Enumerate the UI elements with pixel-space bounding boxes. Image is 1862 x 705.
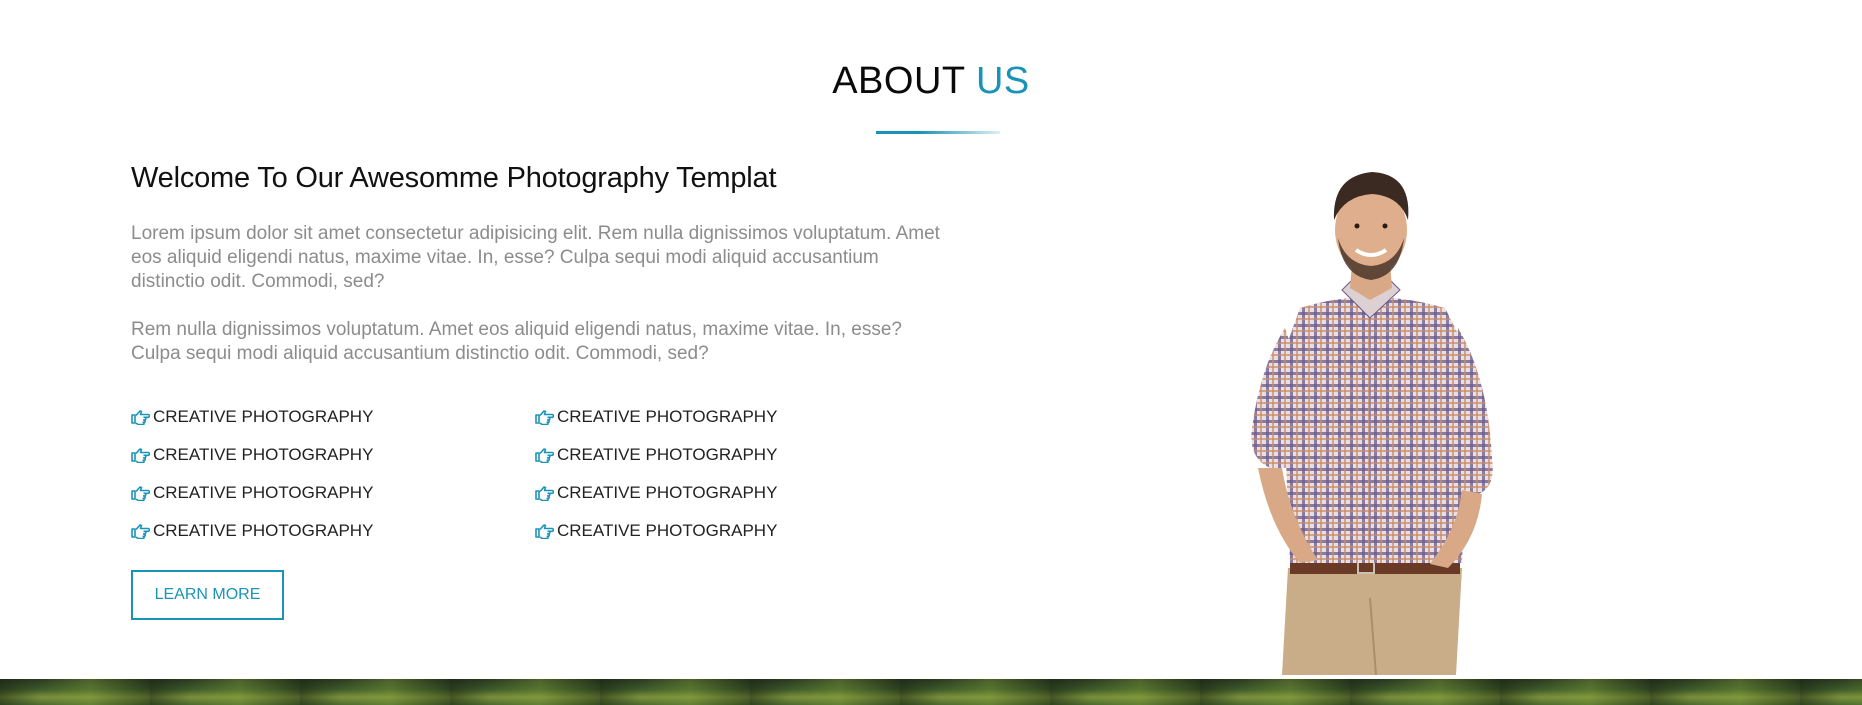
feature-label: CREATIVE PHOTOGRAPHY [557, 483, 778, 502]
hand-pointing-right-icon [535, 408, 555, 426]
about-paragraph-1: Lorem ipsum dolor sit amet consectetur a… [131, 223, 940, 292]
welcome-heading: Welcome To Our Awesomme Photography Temp… [131, 162, 777, 194]
section-title-main: ABOUT [832, 60, 965, 102]
feature-label: CREATIVE PHOTOGRAPHY [557, 407, 778, 426]
feature-label: CREATIVE PHOTOGRAPHY [153, 521, 374, 540]
feature-item: CREATIVE PHOTOGRAPHY [131, 444, 535, 466]
feature-label: CREATIVE PHOTOGRAPHY [557, 521, 778, 540]
feature-item: CREATIVE PHOTOGRAPHY [131, 482, 535, 504]
hand-pointing-right-icon [131, 408, 151, 426]
hand-pointing-right-icon [131, 522, 151, 540]
landscape-banner [0, 679, 1862, 705]
feature-label: CREATIVE PHOTOGRAPHY [153, 445, 374, 464]
feature-label: CREATIVE PHOTOGRAPHY [153, 407, 374, 426]
learn-more-button[interactable]: LEARN MORE [131, 570, 284, 620]
section-title: ABOUT US [0, 60, 1862, 103]
about-paragraph-2: Rem nulla dignissimos voluptatum. Amet e… [131, 319, 902, 364]
feature-item: CREATIVE PHOTOGRAPHY [535, 406, 939, 428]
feature-item: CREATIVE PHOTOGRAPHY [131, 406, 535, 428]
feature-item: CREATIVE PHOTOGRAPHY [131, 520, 535, 542]
hand-pointing-right-icon [131, 446, 151, 464]
title-underline [876, 131, 1000, 134]
about-content: Welcome To Our Awesomme Photography Temp… [131, 162, 951, 620]
hand-pointing-right-icon [535, 522, 555, 540]
feature-label: CREATIVE PHOTOGRAPHY [153, 483, 374, 502]
hand-pointing-right-icon [535, 484, 555, 502]
person-photo [1230, 168, 1520, 676]
features-list: CREATIVE PHOTOGRAPHY CREATIVE PHOTOGRAPH… [131, 406, 951, 542]
hand-pointing-right-icon [131, 484, 151, 502]
feature-label: CREATIVE PHOTOGRAPHY [557, 445, 778, 464]
feature-item: CREATIVE PHOTOGRAPHY [535, 520, 939, 542]
section-header: ABOUT US [0, 60, 1862, 103]
feature-item: CREATIVE PHOTOGRAPHY [535, 482, 939, 504]
hand-pointing-right-icon [535, 446, 555, 464]
section-title-accent: US [975, 60, 1030, 102]
feature-item: CREATIVE PHOTOGRAPHY [535, 444, 939, 466]
